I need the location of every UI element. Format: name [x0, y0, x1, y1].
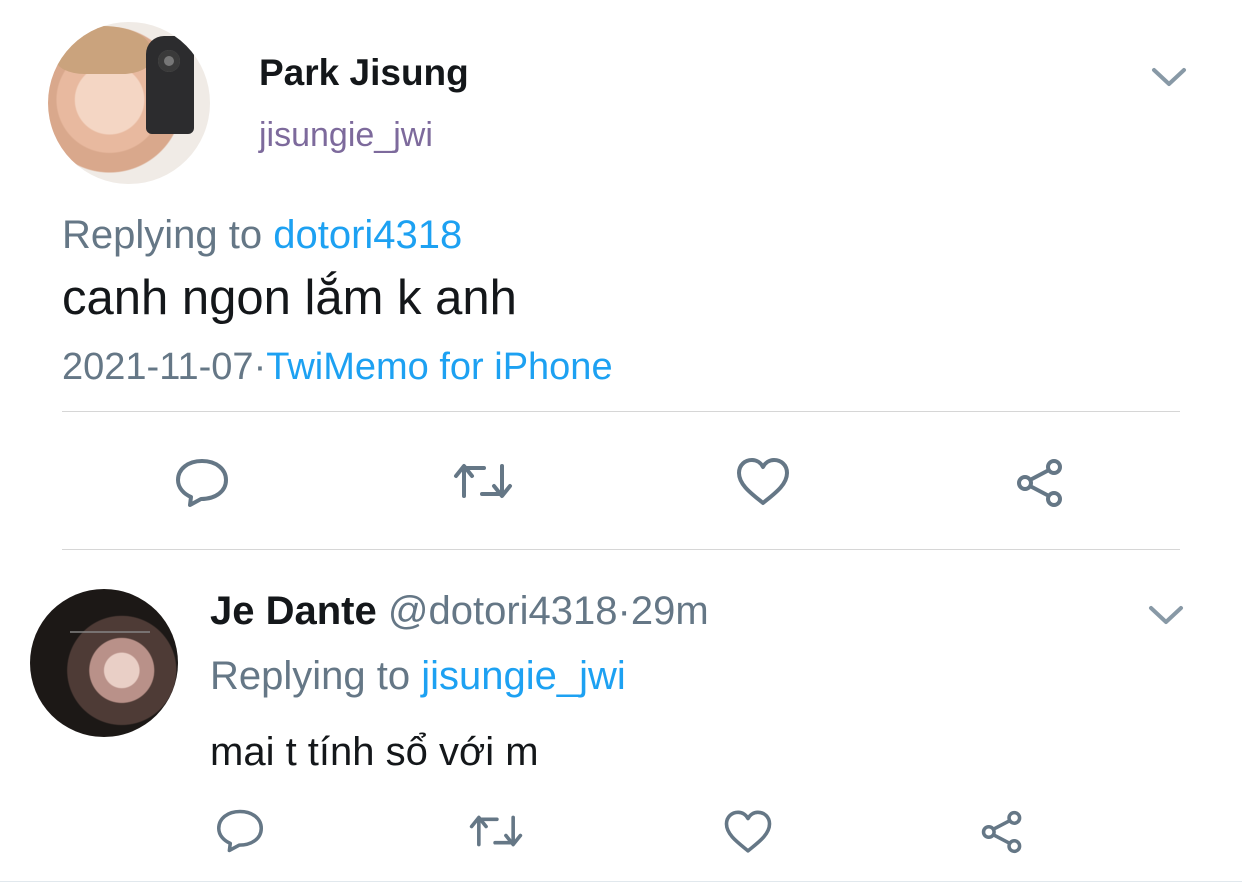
share-icon[interactable] — [979, 810, 1025, 854]
meta-separator: · — [253, 346, 267, 388]
share-icon[interactable] — [1014, 458, 1066, 508]
replying-to-label: Replying to — [62, 213, 263, 257]
divider — [0, 881, 1242, 882]
author-handle[interactable]: jisungie_jwi — [259, 116, 433, 155]
replying-to-line: Replying to dotori4318 — [62, 213, 462, 258]
chevron-down-icon[interactable] — [1148, 604, 1184, 626]
reply-author-name[interactable]: Je Dante — [210, 589, 377, 633]
tweet-meta: 2021-11-07·TwiMemo for iPhone — [62, 346, 613, 389]
replying-to-link[interactable]: dotori4318 — [273, 213, 462, 257]
reply-header: Je Dante @dotori4318·29m — [210, 589, 709, 634]
chevron-down-icon[interactable] — [1151, 66, 1187, 88]
tweet-source-link[interactable]: TwiMemo for iPhone — [266, 346, 612, 388]
tweet-text: canh ngon lắm k anh — [62, 271, 517, 325]
like-icon[interactable] — [722, 808, 774, 856]
reply-text: mai t tính sổ với m — [210, 730, 539, 774]
avatar-je-dante[interactable] — [30, 589, 178, 737]
reply-author-handle[interactable]: @dotori4318 — [388, 589, 618, 633]
reply-replying-to-label: Replying to — [210, 654, 411, 698]
reply-icon[interactable] — [174, 457, 230, 509]
tweet-date: 2021-11-07 — [62, 346, 254, 388]
reply-separator: · — [617, 589, 631, 633]
like-icon[interactable] — [734, 456, 792, 508]
divider — [62, 411, 1180, 412]
author-name[interactable]: Park Jisung — [259, 52, 469, 94]
reply-replying-to-link[interactable]: jisungie_jwi — [421, 654, 626, 698]
reply-time: 29m — [630, 589, 709, 633]
retweet-icon[interactable] — [468, 810, 524, 852]
retweet-icon[interactable] — [452, 458, 514, 504]
reply-icon[interactable] — [215, 808, 265, 854]
avatar-park-jisung[interactable] — [48, 22, 210, 184]
reply-replying-to-line: Replying to jisungie_jwi — [210, 654, 626, 699]
divider — [62, 549, 1180, 550]
